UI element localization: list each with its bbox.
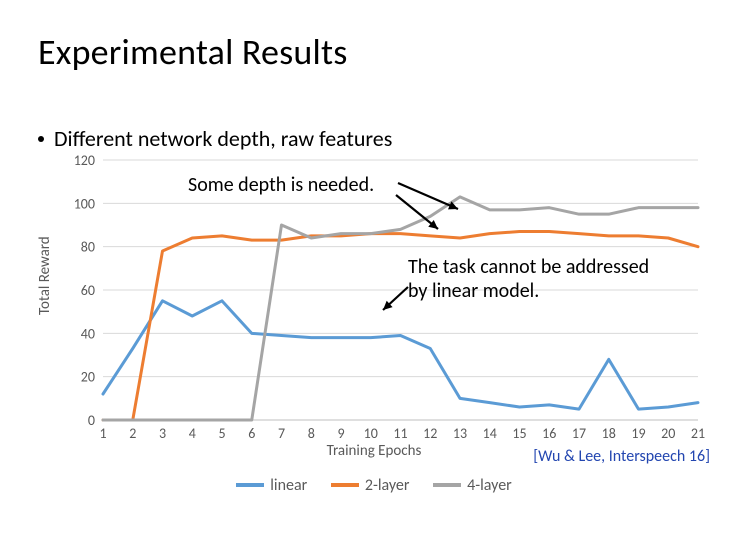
- legend: linear 2-layer 4-layer: [38, 473, 710, 495]
- slide: Experimental Results Different network d…: [0, 0, 730, 548]
- svg-text:5: 5: [218, 425, 225, 442]
- legend-item-2layer: 2-layer: [331, 476, 410, 495]
- svg-text:120: 120: [74, 155, 95, 169]
- legend-label-4layer: 4-layer: [467, 476, 512, 495]
- citation: [Wu & Lee, Interspeech 16]: [533, 447, 710, 466]
- legend-swatch-icon: [433, 483, 461, 487]
- legend-label-linear: linear: [270, 476, 307, 495]
- legend-item-4layer: 4-layer: [433, 476, 512, 495]
- svg-text:40: 40: [81, 325, 95, 342]
- svg-text:20: 20: [81, 369, 95, 386]
- svg-text:100: 100: [74, 195, 95, 212]
- svg-text:18: 18: [602, 425, 616, 442]
- svg-text:7: 7: [278, 425, 285, 442]
- svg-text:60: 60: [81, 282, 95, 299]
- annotation-linear-line2: by linear model.: [408, 279, 539, 303]
- legend-swatch-icon: [236, 483, 264, 487]
- slide-title: Experimental Results: [38, 30, 348, 74]
- svg-text:6: 6: [248, 425, 255, 442]
- svg-text:80: 80: [81, 239, 95, 256]
- bullet-dot-icon: [38, 136, 44, 142]
- svg-text:2: 2: [129, 425, 136, 442]
- svg-text:3: 3: [159, 425, 166, 442]
- svg-text:12: 12: [423, 425, 437, 442]
- svg-text:0: 0: [88, 412, 95, 429]
- bullet-item: Different network depth, raw features: [38, 125, 392, 152]
- bullet-text: Different network depth, raw features: [54, 125, 392, 152]
- legend-swatch-icon: [331, 483, 359, 487]
- svg-text:11: 11: [393, 425, 407, 442]
- legend-item-linear: linear: [236, 476, 307, 495]
- svg-text:1: 1: [99, 425, 106, 442]
- svg-text:15: 15: [512, 425, 526, 442]
- annotation-linear: The task cannot be addressed by linear m…: [408, 255, 649, 303]
- legend-label-2layer: 2-layer: [365, 476, 410, 495]
- svg-text:4: 4: [189, 425, 196, 442]
- annotation-depth: Some depth is needed.: [188, 173, 374, 197]
- annotation-linear-line1: The task cannot be addressed: [408, 255, 649, 279]
- svg-text:20: 20: [661, 425, 675, 442]
- svg-text:19: 19: [631, 425, 645, 442]
- svg-text:14: 14: [483, 425, 497, 442]
- svg-text:16: 16: [542, 425, 556, 442]
- svg-text:8: 8: [308, 425, 315, 442]
- chart-container: Total Reward 020406080100120 12345678910…: [38, 155, 710, 505]
- svg-text:9: 9: [337, 425, 344, 442]
- svg-text:17: 17: [572, 425, 586, 442]
- svg-text:21: 21: [691, 425, 705, 442]
- svg-text:13: 13: [453, 425, 467, 442]
- svg-text:10: 10: [364, 425, 378, 442]
